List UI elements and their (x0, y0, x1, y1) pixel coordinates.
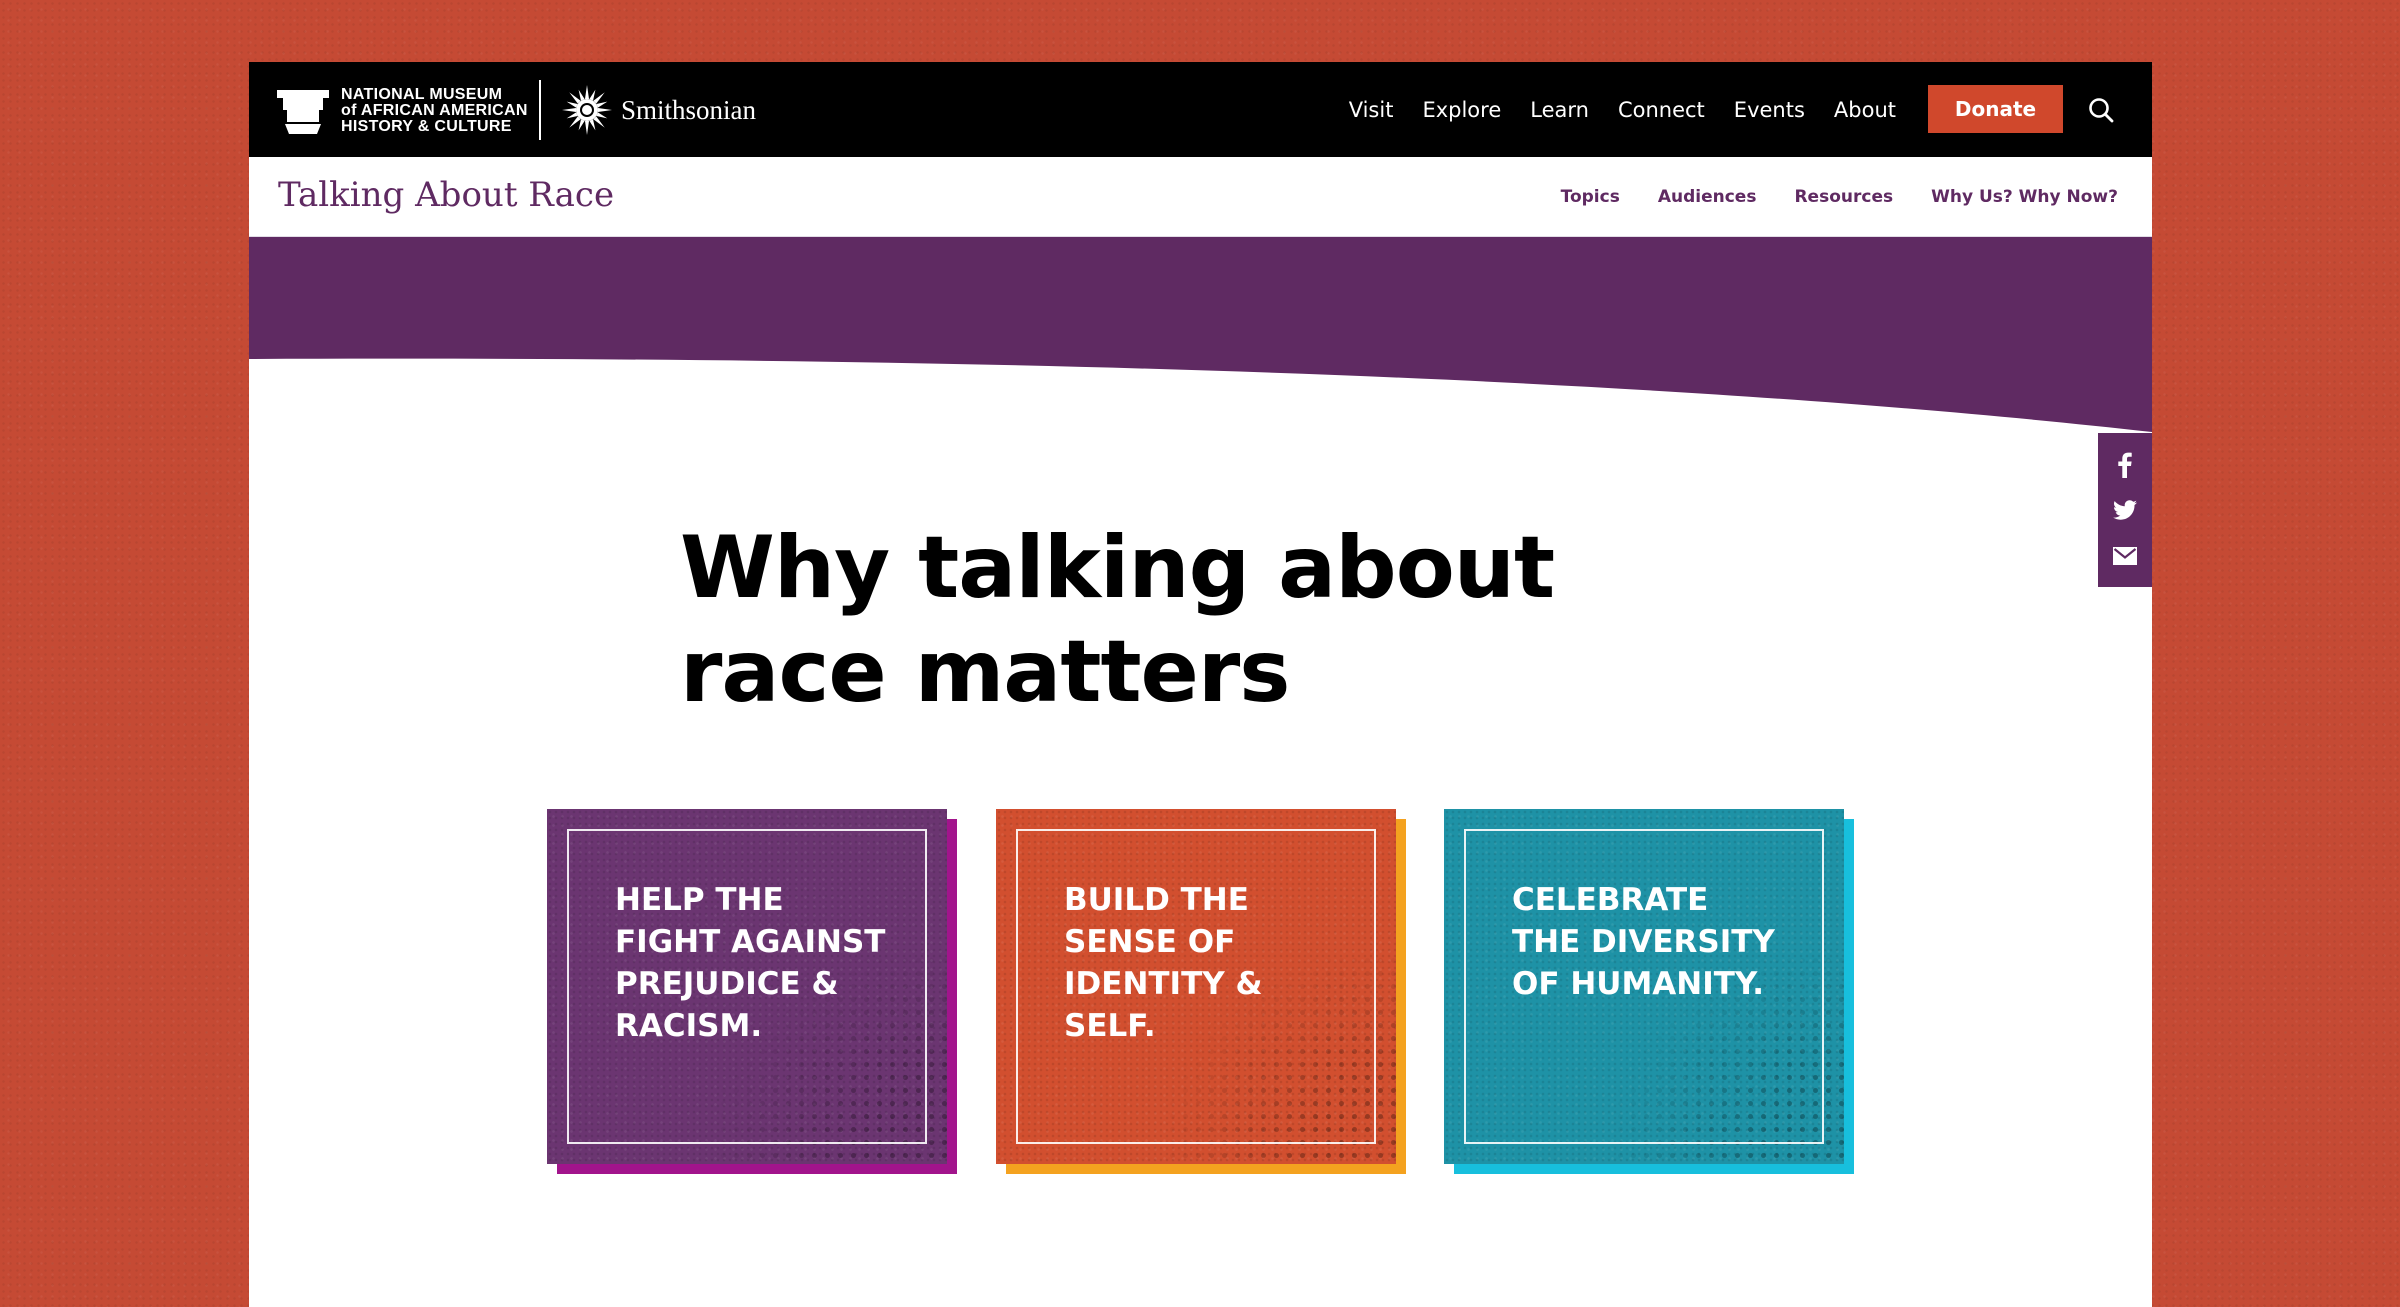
card-face: HELP THE FIGHT AGAINST PREJUDICE & RACIS… (547, 809, 947, 1164)
logo-divider (539, 80, 541, 140)
card-diversity-humanity[interactable]: CELEBRATE THE DIVERSITY OF HUMANITY. (1444, 809, 1854, 1174)
sub-nav-why-us-why-now[interactable]: Why Us? Why Now? (1931, 187, 2118, 207)
card-prejudice-racism[interactable]: HELP THE FIGHT AGAINST PREJUDICE & RACIS… (547, 809, 957, 1174)
nmaahc-line-3: HISTORY & CULTURE (341, 118, 512, 135)
nav-item-explore[interactable]: Explore (1422, 98, 1501, 122)
main-nav: Visit Explore Learn Connect Events About (1349, 62, 1896, 157)
sub-nav-resources[interactable]: Resources (1794, 187, 1893, 207)
sub-nav-audiences[interactable]: Audiences (1658, 187, 1757, 207)
donate-button[interactable]: Donate (1928, 85, 2063, 133)
sub-nav-topics[interactable]: Topics (1561, 187, 1620, 207)
smithsonian-wordmark: Smithsonian (621, 94, 757, 125)
card-text: BUILD THE SENSE OF IDENTITY & SELF. (1064, 882, 1263, 1044)
page-title: Why talking about race matters (680, 518, 1555, 722)
share-bar (2098, 433, 2152, 587)
nav-item-about[interactable]: About (1834, 98, 1896, 122)
nav-item-learn[interactable]: Learn (1530, 98, 1589, 122)
smithsonian-sun-icon (562, 85, 612, 135)
smithsonian-logo[interactable]: Smithsonian (561, 84, 756, 136)
card-text: HELP THE FIGHT AGAINST PREJUDICE & RACIS… (615, 882, 886, 1044)
global-header: NATIONAL MUSEUM of AFRICAN AMERICAN HIST… (249, 62, 2152, 157)
twitter-icon[interactable] (2111, 496, 2139, 524)
nav-item-visit[interactable]: Visit (1349, 98, 1394, 122)
card-text: CELEBRATE THE DIVERSITY OF HUMANITY. (1512, 882, 1775, 1002)
site-subheader: Talking About Race Topics Audiences Reso… (249, 157, 2152, 237)
facebook-icon[interactable] (2111, 451, 2139, 479)
nmaahc-line-2: of AFRICAN AMERICAN (341, 102, 528, 119)
nmaahc-wordmark: NATIONAL MUSEUM of AFRICAN AMERICAN HIST… (341, 87, 528, 135)
nav-item-connect[interactable]: Connect (1618, 98, 1705, 122)
card-face: BUILD THE SENSE OF IDENTITY & SELF. (996, 809, 1396, 1164)
sub-nav: Topics Audiences Resources Why Us? Why N… (1561, 157, 2118, 237)
hero-band (249, 237, 2152, 432)
browser-window: NATIONAL MUSEUM of AFRICAN AMERICAN HIST… (249, 62, 2152, 1307)
card-face: CELEBRATE THE DIVERSITY OF HUMANITY. (1444, 809, 1844, 1164)
search-icon[interactable] (2087, 96, 2115, 124)
card-identity-self[interactable]: BUILD THE SENSE OF IDENTITY & SELF. (996, 809, 1406, 1174)
nmaahc-line-1: NATIONAL MUSEUM (341, 86, 503, 103)
site-title[interactable]: Talking About Race (278, 175, 614, 215)
museum-corona-icon (277, 90, 329, 134)
email-icon[interactable] (2111, 542, 2139, 570)
nav-item-events[interactable]: Events (1734, 98, 1805, 122)
nmaahc-logo[interactable]: NATIONAL MUSEUM of AFRICAN AMERICAN HIST… (277, 87, 528, 135)
